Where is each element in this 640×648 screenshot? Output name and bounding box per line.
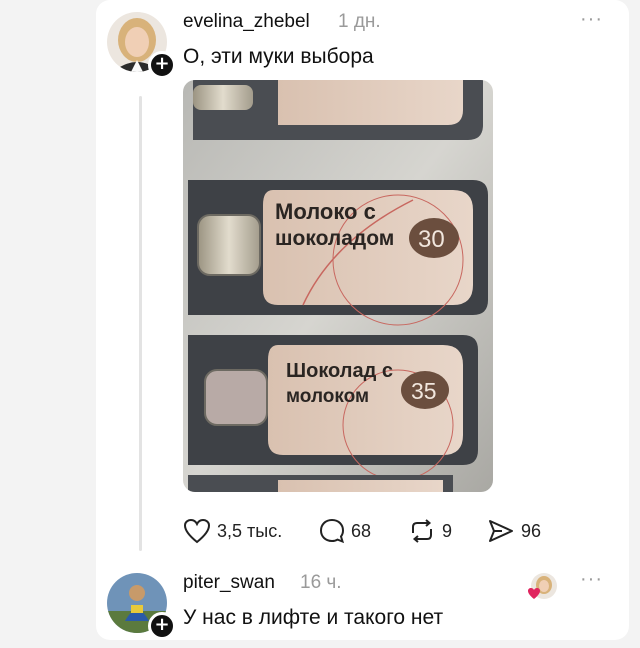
more-dots-icon[interactable]: ···: [580, 8, 603, 31]
share-action[interactable]: 96: [487, 517, 541, 545]
like-action[interactable]: 3,5 тыс.: [183, 517, 282, 545]
photo-label-1-line2: шоколадом: [275, 227, 395, 250]
reply-more-dots-icon[interactable]: ···: [580, 568, 603, 591]
like-count: 3,5 тыс.: [217, 520, 283, 541]
author-username[interactable]: evelina_zhebel: [183, 11, 310, 33]
comment-count: 68: [351, 520, 372, 541]
reply-username[interactable]: piter_swan: [183, 572, 275, 594]
comment-icon: [319, 518, 345, 544]
post-time: 1 дн.: [338, 11, 381, 32]
share-icon: [489, 520, 513, 542]
post-photo[interactable]: Молоко с шоколадом 30 Шоколад с молоком …: [183, 80, 493, 492]
post-text: О, эти муки выбора: [183, 45, 374, 68]
follow-plus-icon[interactable]: +: [148, 51, 176, 79]
thread-line: [139, 96, 142, 551]
photo-label-1-line1: Молоко с: [275, 199, 376, 224]
photo-label-2-line1: Шоколад с: [286, 360, 393, 382]
photo-label-2-line2: молоком: [286, 386, 370, 407]
heart-icon: [183, 518, 211, 544]
share-count: 96: [521, 520, 542, 541]
comment-action[interactable]: 68: [319, 517, 371, 545]
repost-icon: [412, 519, 432, 543]
repost-action[interactable]: 9: [408, 517, 452, 545]
liked-heart-icon: [528, 588, 540, 599]
repost-count: 9: [442, 520, 453, 541]
photo-price-1: 30: [418, 226, 445, 253]
reply-time: 16 ч.: [300, 572, 342, 593]
reply-text: У нас в лифте и такого нет: [183, 606, 444, 629]
reply-follow-plus-icon[interactable]: +: [148, 612, 176, 640]
photo-price-2: 35: [411, 378, 437, 404]
